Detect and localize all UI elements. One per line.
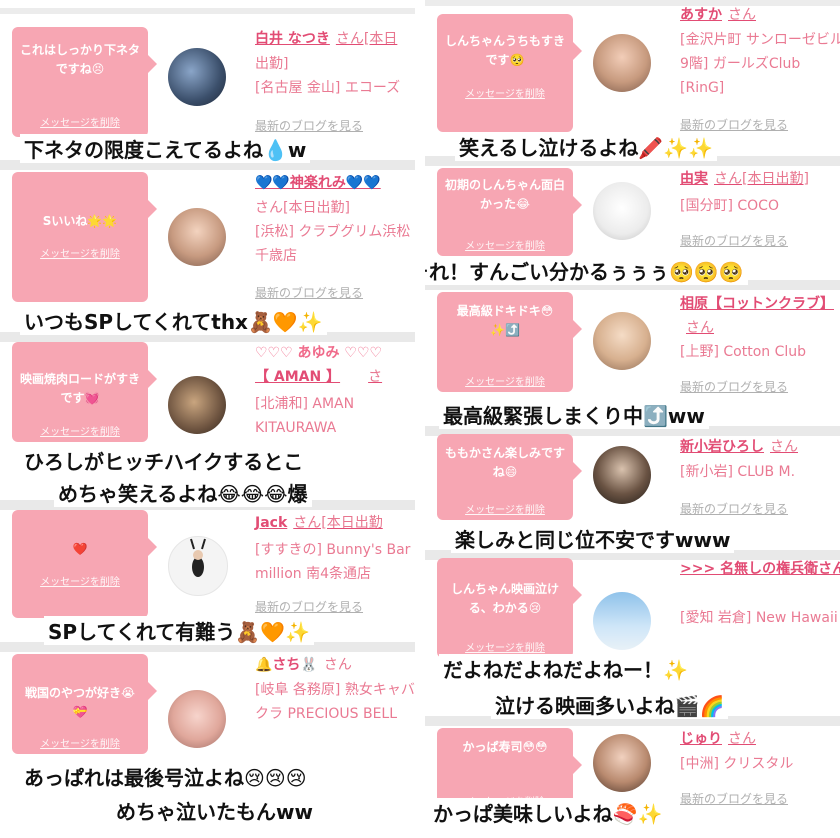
caption-text: SPしてくれて有難う🧸🧡✨	[44, 616, 314, 645]
caption-text: めちゃ笑えるよね😂😂😂爆	[54, 478, 312, 507]
avatar[interactable]	[168, 208, 226, 266]
latest-blog-link[interactable]: 最新のブログを見る	[255, 598, 363, 615]
caption-text: めちゃ泣いたもんww	[112, 796, 317, 825]
latest-blog-link[interactable]: 最新のブログを見る	[680, 232, 788, 249]
message-bubble: 映画焼肉ロードがすきです💓 メッセージを削除	[12, 342, 157, 442]
user-info: [北浦和] AMAN KITAURAWA	[255, 396, 355, 436]
message-bubble: これはしっかり下ネタですね😣 メッセージを削除	[12, 27, 157, 137]
message-bubble: 最高級ドキドキ😳✨⤴️ メッセージを削除	[437, 292, 582, 392]
message-bubble: Sいいね🌟🌟 メッセージを削除	[12, 172, 157, 302]
caption-text: 最高級緊張しまくり中⤴️ww	[439, 400, 709, 429]
delete-message-link[interactable]: メッセージを削除	[12, 245, 148, 260]
user-name-link[interactable]: 🔔さち🐰 さん	[255, 654, 352, 674]
left-column: これはしっかり下ネタですね😣 メッセージを削除 白井 なつき さん[本日 出勤][…	[0, 0, 415, 838]
right-column: しんちゃんうちもすきです🥺 メッセージを削除 あすか さん [金沢片町 サンローゼ…	[425, 0, 840, 838]
user-info: [金沢片町 サンローゼビル9階] ガールズClub [RinG]	[680, 32, 840, 96]
delete-message-link[interactable]: メッセージを削除	[437, 639, 573, 654]
caption-text: あっぱれは最後号泣よね😢😢😢	[20, 762, 311, 791]
caption-text: いつもSPしてくれてthx🧸🧡✨	[20, 306, 327, 335]
user-info: [岐阜 各務原] 熟女キャバクラ PRECIOUS BELL	[255, 682, 415, 722]
message-text: しんちゃんうちもすきです🥺	[445, 34, 566, 67]
delete-message-link[interactable]: メッセージを削除	[437, 373, 573, 388]
user-info: 出勤] [名古屋 金山] エコーズ	[255, 56, 401, 96]
message-text: ももかさん楽しみですね😄	[445, 446, 566, 479]
delete-message-link[interactable]: メッセージを削除	[12, 423, 148, 438]
user-name-link[interactable]: 💙💙神楽れみ💙💙	[255, 172, 381, 192]
caption-text: 楽しみと同じ位不安ですwww	[451, 524, 735, 553]
message-bubble: 戦国のやつが好き😭💝 メッセージを削除	[12, 654, 157, 754]
latest-blog-link[interactable]: 最新のブログを見る	[680, 500, 788, 517]
delete-message-link[interactable]: メッセージを削除	[12, 735, 148, 750]
delete-message-link[interactable]: メッセージを削除	[437, 85, 573, 100]
message-text: 映画焼肉ロードがすきです💓	[20, 372, 141, 405]
caption-text: かっぱ美味しいよね🍣✨	[429, 798, 667, 827]
message-text: かっぱ寿司😳😳	[462, 740, 548, 754]
user-info: さん[本日出勤] [浜松] クラブグリム浜松千歳店	[255, 200, 411, 264]
latest-blog-link[interactable]: 最新のブログを見る	[255, 284, 363, 301]
user-name-link[interactable]: >>> 名無しの権兵衛さん🐟	[680, 558, 840, 578]
user-name-link[interactable]: 由実 さん[本日出勤]	[680, 168, 809, 188]
user-name-link[interactable]: 白井 なつき さん[本日	[255, 28, 397, 48]
avatar[interactable]	[593, 312, 651, 370]
caption-text: 笑えるし泣けるよね🖍️✨✨	[455, 132, 718, 161]
delete-message-link[interactable]: メッセージを削除	[437, 501, 573, 516]
user-name-link[interactable]: 【 AMAN 】さ	[255, 366, 382, 386]
delete-message-link[interactable]: メッセージを削除	[437, 237, 573, 252]
message-text: Sいいね🌟🌟	[42, 214, 118, 228]
user-info: [中洲] クリスタル	[680, 756, 794, 772]
latest-blog-link[interactable]: 最新のブログを見る	[680, 378, 788, 395]
user-info: [新小岩] CLUB M.	[680, 464, 796, 480]
caption-text: だよねだよねだよねー！✨	[439, 654, 692, 683]
latest-blog-link[interactable]: 最新のブログを見る	[680, 116, 788, 133]
user-info: [愛知 岩倉] New Hawaii	[680, 610, 838, 626]
caption-text: ひろしがヒッチハイクするとこ	[20, 446, 308, 475]
message-text: ❤️	[72, 542, 88, 556]
bunny-figure-icon	[190, 538, 206, 577]
user-info: [上野] Cotton Club	[680, 344, 807, 360]
user-name-link[interactable]: 相原【コットンクラブ】さん	[680, 292, 840, 340]
delete-message-link[interactable]: メッセージを削除	[12, 573, 148, 588]
caption-text: 泣ける映画多いよね🎬🌈	[491, 690, 729, 719]
message-text: これはしっかり下ネタですね😣	[20, 43, 141, 76]
message-text: しんちゃん映画泣ける、わかる😢	[450, 582, 559, 615]
user-name-link[interactable]: Jack さん[本日出勤	[255, 512, 383, 532]
top-separator	[0, 8, 415, 14]
avatar[interactable]	[168, 536, 228, 596]
latest-blog-link[interactable]: 最新のブログを見る	[255, 117, 363, 134]
caption-text: それ！すんごい分かるぅぅぅ🥺🥺🥺	[425, 256, 748, 285]
message-bubble: ももかさん楽しみですね😄 メッセージを削除	[437, 434, 582, 520]
user-name-link[interactable]: じゅり さん	[680, 728, 756, 748]
avatar[interactable]	[593, 734, 651, 792]
caption-text: 下ネタの限度こえてるよね💧w	[20, 134, 311, 163]
message-text: 初期のしんちゃん面白かった😂	[445, 178, 566, 211]
avatar[interactable]	[168, 690, 226, 748]
user-name-link[interactable]: 新小岩ひろし さん	[680, 436, 798, 456]
latest-blog-link[interactable]: 最新のブログを見る	[680, 790, 788, 807]
delete-message-link[interactable]: メッセージを削除	[12, 114, 148, 129]
message-bubble: しんちゃん映画泣ける、わかる😢 メッセージを削除	[437, 558, 582, 658]
avatar[interactable]	[593, 182, 651, 240]
message-bubble: ❤️ メッセージを削除	[12, 510, 157, 618]
user-info: [国分町] COCO	[680, 198, 779, 214]
user-name-link[interactable]: ♡♡♡ あゆみ ♡♡♡	[255, 342, 382, 362]
avatar[interactable]	[593, 34, 651, 92]
message-text: 戦国のやつが好き😭💝	[24, 686, 136, 719]
user-name-link[interactable]: あすか さん	[680, 4, 756, 24]
message-bubble: 初期のしんちゃん面白かった😂 メッセージを削除	[437, 168, 582, 256]
user-info: [すすきの] Bunny's Bar million 南4条通店	[255, 542, 411, 582]
top-separator	[425, 0, 840, 6]
message-bubble: しんちゃんうちもすきです🥺 メッセージを削除	[437, 14, 582, 132]
avatar[interactable]	[593, 592, 651, 650]
avatar[interactable]	[168, 376, 226, 434]
avatar[interactable]	[168, 48, 226, 106]
message-text: 最高級ドキドキ😳✨⤴️	[456, 304, 554, 337]
avatar[interactable]	[593, 446, 651, 504]
